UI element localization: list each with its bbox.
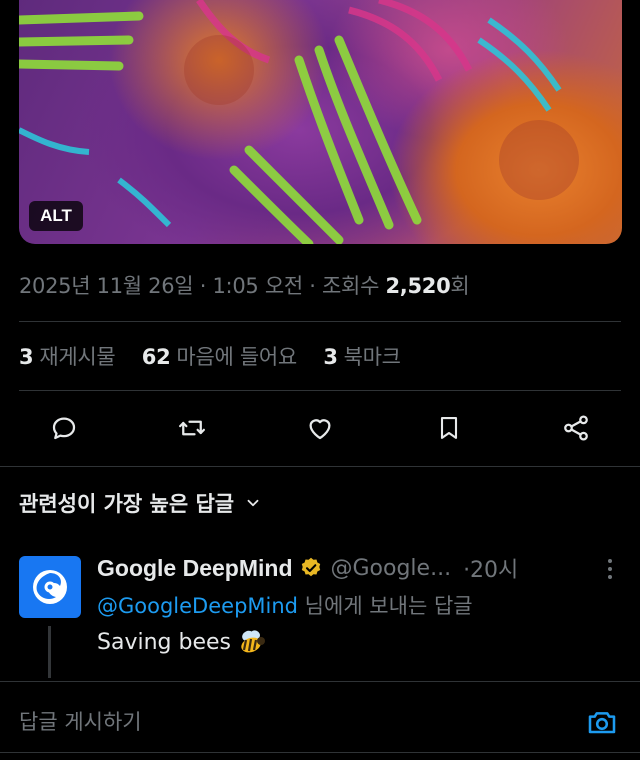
repost-icon	[179, 420, 205, 436]
verified-badge-icon[interactable]	[299, 556, 323, 580]
reply-sort-dropdown[interactable]: 관련성이 가장 높은 답글	[19, 488, 262, 518]
reply-author-name[interactable]: Google DeepMind	[97, 555, 293, 582]
reposts-stat[interactable]: 3 재게시물	[19, 345, 116, 369]
separator: ·	[309, 274, 316, 298]
bee-emoji-icon	[241, 630, 265, 653]
reply-time[interactable]: ·20시	[463, 552, 518, 584]
tweet-stats: 3 재게시물 62 마음에 들어요 3 북마크	[19, 341, 421, 371]
tweet-date[interactable]: 2025년 11월 26일	[19, 274, 194, 298]
repost-button[interactable]	[176, 412, 208, 444]
avatar[interactable]	[19, 556, 81, 618]
divider	[0, 466, 640, 467]
bookmark-icon	[440, 417, 458, 439]
reply-button[interactable]	[48, 412, 80, 444]
views-count: 2,520	[385, 274, 451, 298]
sort-label: 관련성이 가장 높은 답글	[19, 492, 235, 516]
share-button[interactable]	[560, 412, 592, 444]
reply-body: Saving bees	[97, 628, 267, 656]
more-options-button[interactable]	[600, 556, 620, 582]
reply-compose-input[interactable]: 답글 게시하기	[19, 706, 142, 736]
like-button[interactable]	[304, 412, 336, 444]
views-prefix: 조회수	[322, 274, 380, 298]
more-vertical-icon	[608, 559, 612, 579]
bookmark-button[interactable]	[433, 412, 465, 444]
tweet-image[interactable]	[19, 0, 622, 244]
divider	[0, 752, 640, 753]
likes-stat[interactable]: 62 마음에 들어요	[142, 345, 297, 369]
divider	[19, 390, 621, 391]
camera-button[interactable]	[585, 706, 619, 738]
reply-author-handle[interactable]: @Google...	[331, 556, 452, 581]
replying-mention[interactable]: @GoogleDeepMind	[97, 594, 298, 618]
protein-illustration	[19, 0, 579, 244]
divider	[0, 681, 640, 682]
views-suffix: 회	[450, 274, 470, 298]
replying-to: @GoogleDeepMind 님에게 보내는 답글	[97, 590, 473, 620]
share-icon	[564, 415, 588, 441]
reply-text: Saving bees	[97, 629, 231, 655]
tweet-time[interactable]: 1:05 오전	[212, 274, 303, 298]
tweet-timestamp-views: 2025년 11월 26일 · 1:05 오전 · 조회수 2,520회	[19, 270, 470, 300]
alt-badge[interactable]: ALT	[29, 201, 83, 231]
reply-header: Google DeepMind @Google... ·20시	[97, 552, 518, 584]
camera-icon	[588, 712, 616, 734]
separator: ·	[199, 274, 207, 298]
chevron-down-icon	[247, 499, 259, 507]
deepmind-logo-icon	[33, 570, 67, 604]
divider	[19, 321, 621, 322]
bookmarks-stat[interactable]: 3 북마크	[323, 345, 401, 369]
heart-icon	[309, 419, 331, 440]
replying-suffix: 님에게 보내는 답글	[298, 594, 473, 618]
thread-line	[48, 626, 51, 678]
reply-icon	[52, 417, 76, 440]
